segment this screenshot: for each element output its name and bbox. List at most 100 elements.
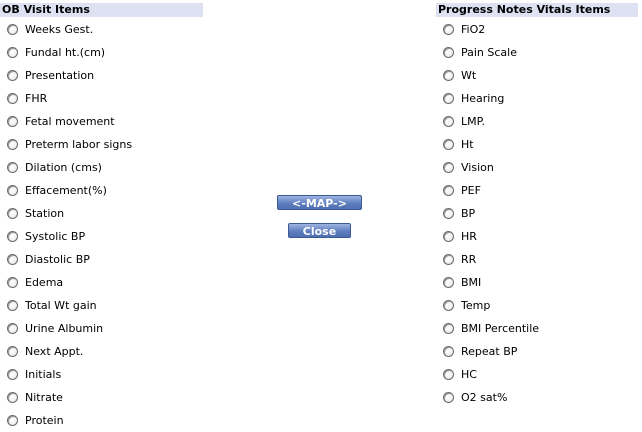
vitals-list-item: HC	[441, 363, 539, 386]
radio-button[interactable]	[7, 185, 18, 196]
ob-visit-list-item: FHR	[5, 87, 132, 110]
ob-visit-list-item: Edema	[5, 271, 132, 294]
radio-button[interactable]	[443, 392, 454, 403]
vitals-item-label: Pain Scale	[461, 46, 517, 59]
radio-button[interactable]	[443, 185, 454, 196]
ob-visit-item-label: Effacement(%)	[25, 184, 107, 197]
vitals-list-item: RR	[441, 248, 539, 271]
vitals-item-label: Wt	[461, 69, 477, 82]
radio-button[interactable]	[443, 93, 454, 104]
radio-button[interactable]	[443, 369, 454, 380]
radio-button[interactable]	[7, 70, 18, 81]
ob-visit-item-label: Edema	[25, 276, 64, 289]
radio-button[interactable]	[7, 300, 18, 311]
ob-visit-item-label: Initials	[25, 368, 62, 381]
ob-visit-item-label: Fundal ht.(cm)	[25, 46, 106, 59]
ob-visit-list-item: Dilation (cms)	[5, 156, 132, 179]
ob-visit-item-label: Preterm labor signs	[25, 138, 133, 151]
vitals-list-item: PEF	[441, 179, 539, 202]
radio-button[interactable]	[7, 231, 18, 242]
radio-button[interactable]	[7, 24, 18, 35]
ob-visit-item-label: Systolic BP	[25, 230, 86, 243]
radio-button[interactable]	[7, 93, 18, 104]
progress-notes-vitals-items-header: Progress Notes Vitals Items	[436, 3, 638, 17]
vitals-item-label: BP	[461, 207, 476, 220]
ob-visit-list-item: Fetal movement	[5, 110, 132, 133]
radio-button[interactable]	[443, 162, 454, 173]
ob-visit-list-item: Presentation	[5, 64, 132, 87]
vitals-list-item: Ht	[441, 133, 539, 156]
ob-visit-item-label: Fetal movement	[25, 115, 115, 128]
close-button[interactable]: Close	[288, 223, 351, 238]
radio-button[interactable]	[443, 300, 454, 311]
ob-visit-list-item: Total Wt gain	[5, 294, 132, 317]
ob-visit-list-item: Weeks Gest.	[5, 18, 132, 41]
radio-button[interactable]	[443, 24, 454, 35]
ob-visit-item-label: Dilation (cms)	[25, 161, 102, 174]
vitals-item-label: O2 sat%	[461, 391, 508, 404]
ob-visit-item-label: Urine Albumin	[25, 322, 104, 335]
map-button[interactable]: <-MAP->	[277, 195, 362, 210]
radio-button[interactable]	[7, 323, 18, 334]
vitals-list-item: O2 sat%	[441, 386, 539, 409]
radio-button[interactable]	[7, 139, 18, 150]
radio-button[interactable]	[443, 346, 454, 357]
vitals-item-label: Hearing	[461, 92, 505, 105]
radio-button[interactable]	[7, 254, 18, 265]
ob-visit-list-item: Preterm labor signs	[5, 133, 132, 156]
radio-button[interactable]	[7, 392, 18, 403]
vitals-list-item: LMP.	[441, 110, 539, 133]
vitals-item-label: Temp	[461, 299, 491, 312]
ob-visit-list-item: Fundal ht.(cm)	[5, 41, 132, 64]
radio-button[interactable]	[7, 116, 18, 127]
radio-button[interactable]	[443, 47, 454, 58]
radio-button[interactable]	[7, 47, 18, 58]
vitals-list-item: Hearing	[441, 87, 539, 110]
ob-visit-item-label: FHR	[25, 92, 48, 105]
vitals-item-label: BMI Percentile	[461, 322, 540, 335]
radio-button[interactable]	[7, 208, 18, 219]
ob-visit-item-label: Weeks Gest.	[25, 23, 94, 36]
radio-button[interactable]	[7, 277, 18, 288]
ob-visit-list-item: Effacement(%)	[5, 179, 132, 202]
vitals-list-item: Temp	[441, 294, 539, 317]
ob-visit-item-label: Diastolic BP	[25, 253, 90, 266]
vitals-item-label: FiO2	[461, 23, 486, 36]
vitals-item-label: LMP.	[461, 115, 486, 128]
ob-visit-item-label: Protein	[25, 414, 64, 427]
ob-visit-list-item: Diastolic BP	[5, 248, 132, 271]
ob-visit-items-list: Weeks Gest. Fundal ht.(cm) Presentation FHR…	[5, 18, 132, 432]
radio-button[interactable]	[7, 162, 18, 173]
vitals-item-label: Ht	[461, 138, 474, 151]
vitals-item-label: HC	[461, 368, 477, 381]
vitals-list-item: Wt	[441, 64, 539, 87]
ob-visit-list-item: Initials	[5, 363, 132, 386]
ob-visit-item-label: Nitrate	[25, 391, 63, 404]
ob-visit-list-item: Next Appt.	[5, 340, 132, 363]
ob-visit-item-label: Presentation	[25, 69, 95, 82]
vitals-list-item: HR	[441, 225, 539, 248]
progress-notes-vitals-items-list: FiO2 Pain Scale Wt Hearing LMP. Ht Vision PEF BP…	[441, 18, 539, 409]
radio-button[interactable]	[7, 346, 18, 357]
radio-button[interactable]	[443, 323, 454, 334]
radio-button[interactable]	[7, 415, 18, 426]
radio-button[interactable]	[7, 369, 18, 380]
radio-button[interactable]	[443, 254, 454, 265]
ob-visit-item-label: Station	[25, 207, 65, 220]
vitals-list-item: FiO2	[441, 18, 539, 41]
vitals-list-item: Repeat BP	[441, 340, 539, 363]
ob-visit-item-label: Next Appt.	[25, 345, 84, 358]
vitals-list-item: Vision	[441, 156, 539, 179]
radio-button[interactable]	[443, 70, 454, 81]
radio-button[interactable]	[443, 208, 454, 219]
vitals-item-label: RR	[461, 253, 477, 266]
radio-button[interactable]	[443, 231, 454, 242]
radio-button[interactable]	[443, 277, 454, 288]
radio-button[interactable]	[443, 139, 454, 150]
vitals-item-label: Repeat BP	[461, 345, 518, 358]
vitals-item-label: BMI	[461, 276, 482, 289]
vitals-item-label: Vision	[461, 161, 494, 174]
ob-visit-list-item: Station	[5, 202, 132, 225]
vitals-list-item: Pain Scale	[441, 41, 539, 64]
radio-button[interactable]	[443, 116, 454, 127]
